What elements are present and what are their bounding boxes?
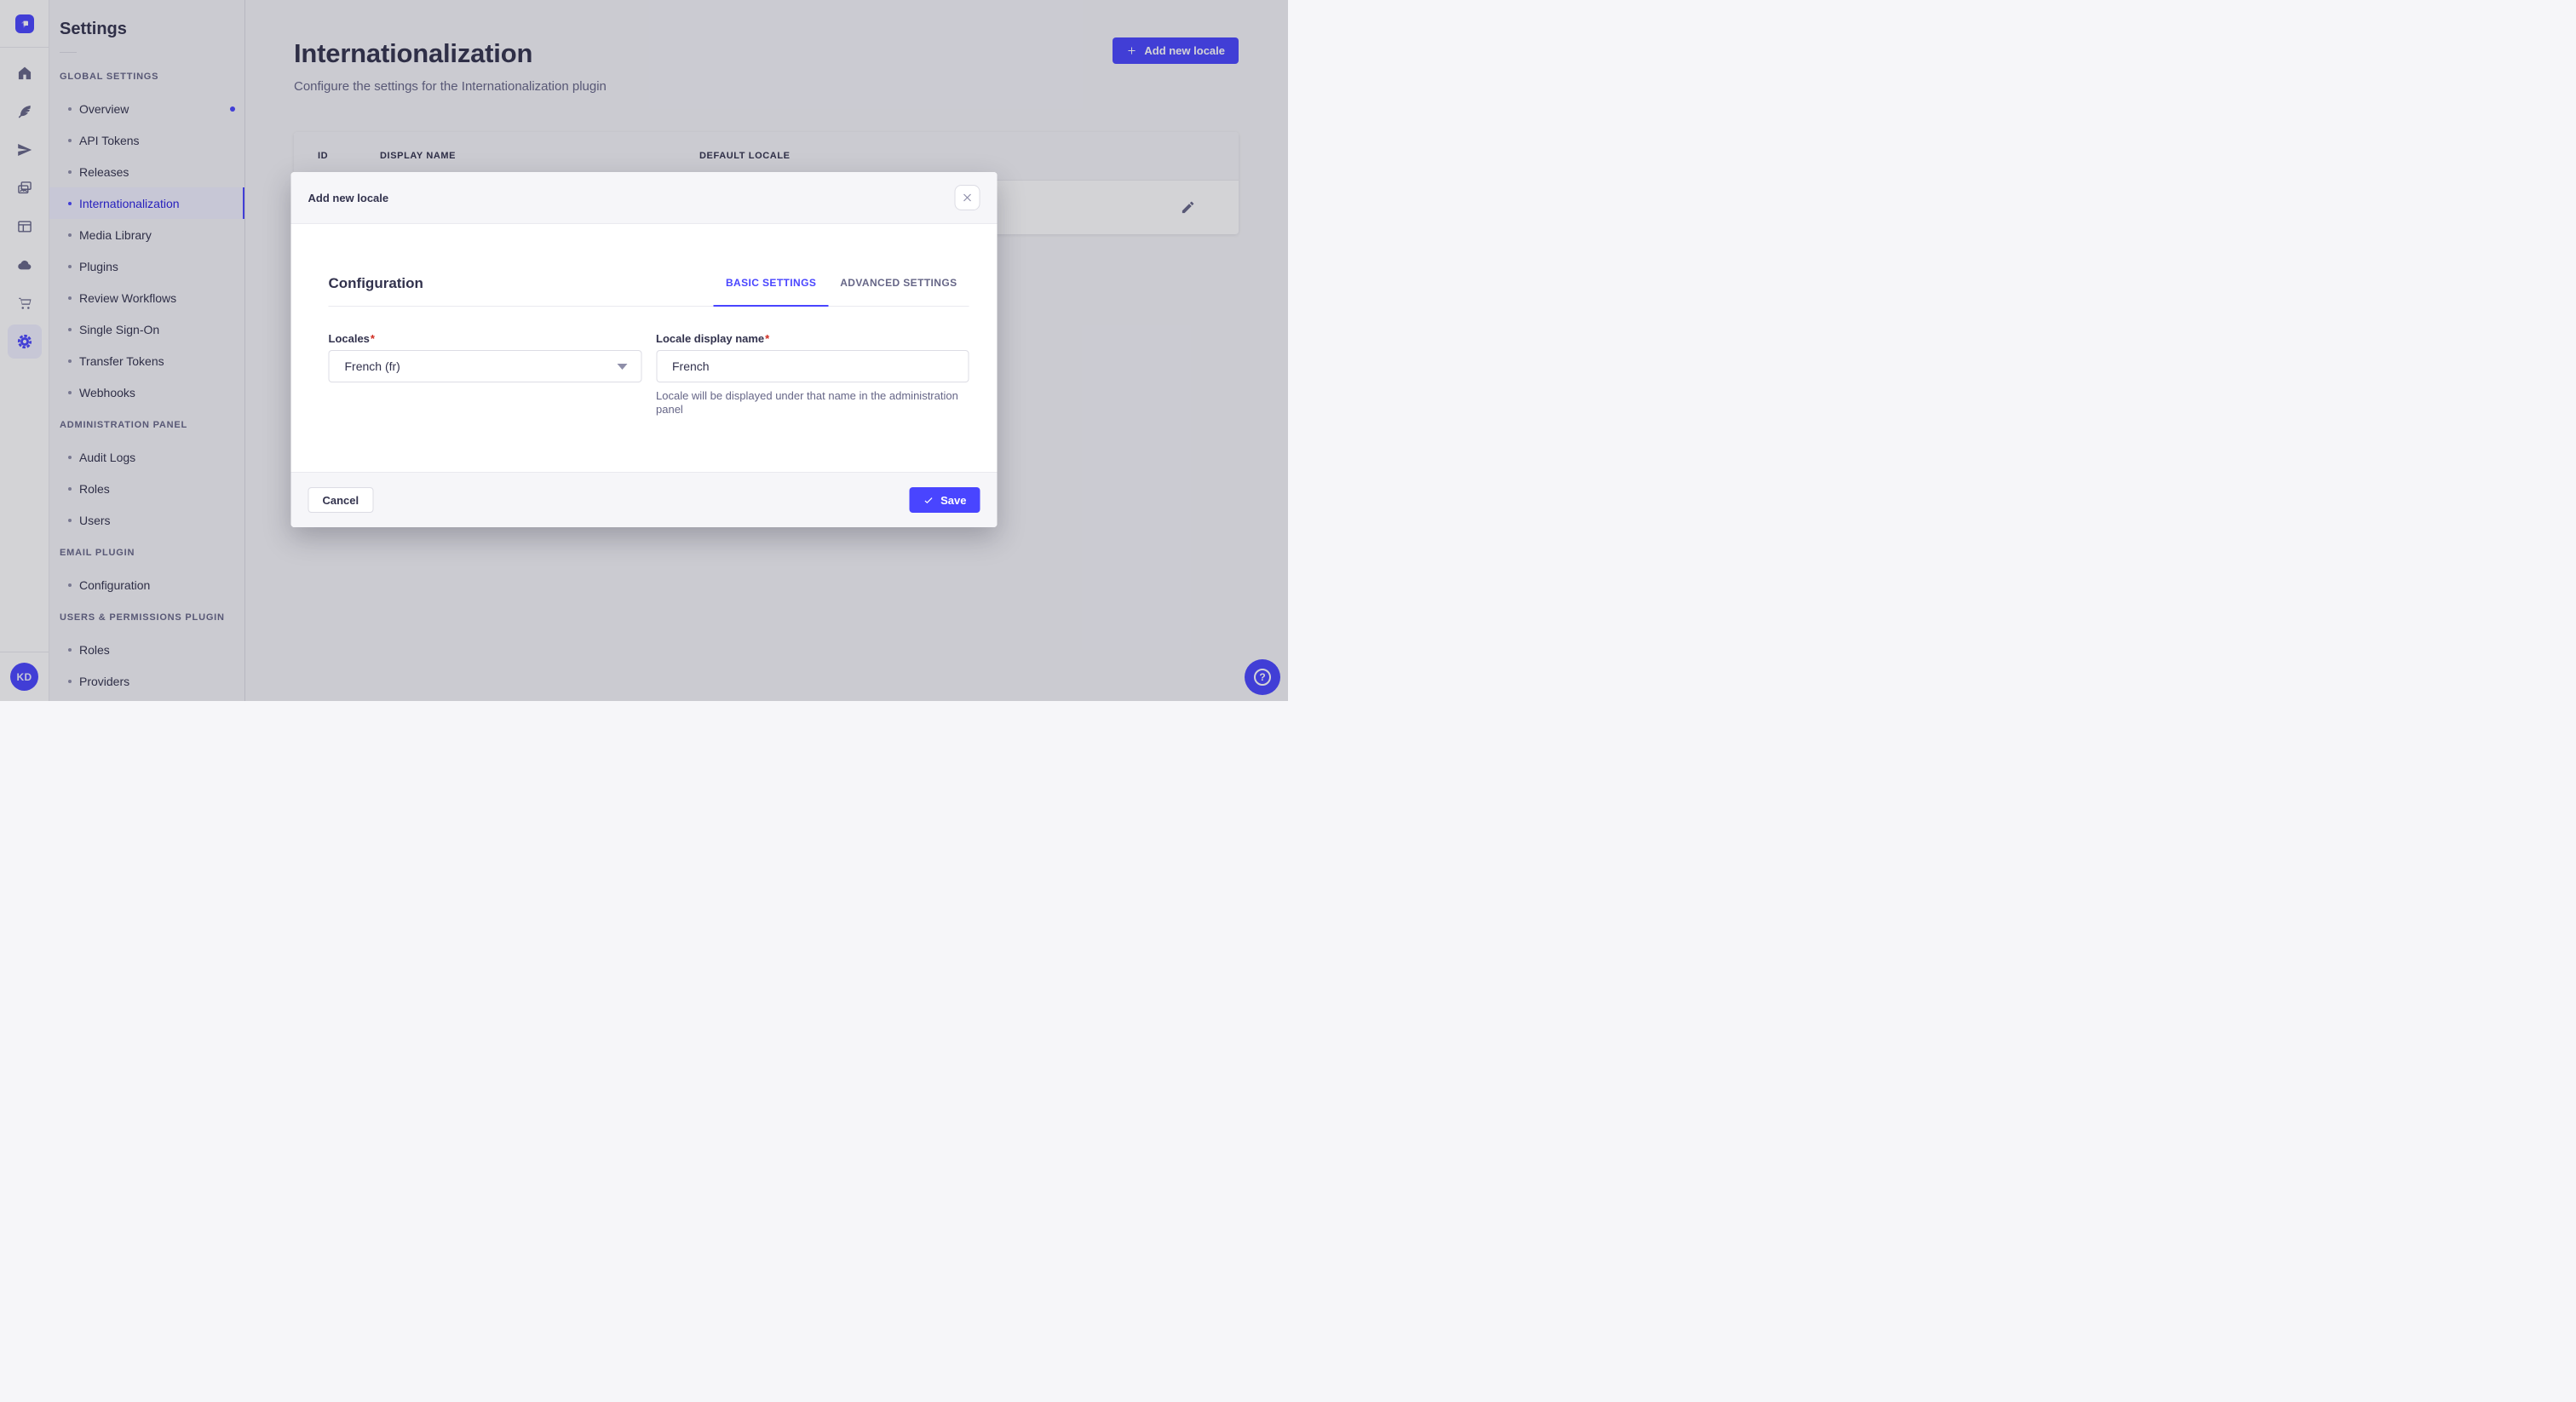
display-name-input[interactable] (656, 350, 969, 382)
locale-form: Locales* French (fr) Locale display name… (328, 332, 969, 417)
configuration-title: Configuration (328, 275, 423, 291)
chevron-down-icon (617, 363, 627, 370)
required-asterisk: * (370, 332, 375, 345)
modal-footer: Cancel Save (290, 472, 998, 527)
locales-select-value: French (fr) (344, 359, 400, 373)
tab-basic-settings[interactable]: BASIC SETTINGS (713, 277, 829, 307)
check-icon (923, 495, 934, 506)
modal-body: Configuration BASIC SETTINGS ADVANCED SE… (290, 224, 998, 472)
cancel-button[interactable]: Cancel (308, 487, 374, 513)
modal-header: Add new locale (290, 172, 998, 224)
save-label: Save (940, 493, 967, 507)
required-asterisk: * (765, 332, 770, 345)
display-name-label: Locale display name* (656, 332, 770, 345)
configuration-header-row: Configuration BASIC SETTINGS ADVANCED SE… (328, 275, 969, 307)
locales-field: Locales* French (fr) (328, 332, 641, 417)
save-button[interactable]: Save (909, 487, 980, 513)
display-name-field: Locale display name* Locale will be disp… (656, 332, 969, 417)
tab-advanced-settings[interactable]: ADVANCED SETTINGS (828, 277, 969, 306)
locales-label: Locales* (328, 332, 375, 345)
locales-select[interactable]: French (fr) (328, 350, 641, 382)
modal-tabs: BASIC SETTINGS ADVANCED SETTINGS (713, 277, 969, 307)
modal-title: Add new locale (308, 191, 389, 204)
close-icon (963, 192, 973, 203)
display-name-helper-text: Locale will be displayed under that name… (656, 389, 958, 416)
modal-close-button[interactable] (954, 185, 980, 210)
add-locale-modal: Add new locale Configuration BASIC SETTI… (290, 172, 998, 527)
